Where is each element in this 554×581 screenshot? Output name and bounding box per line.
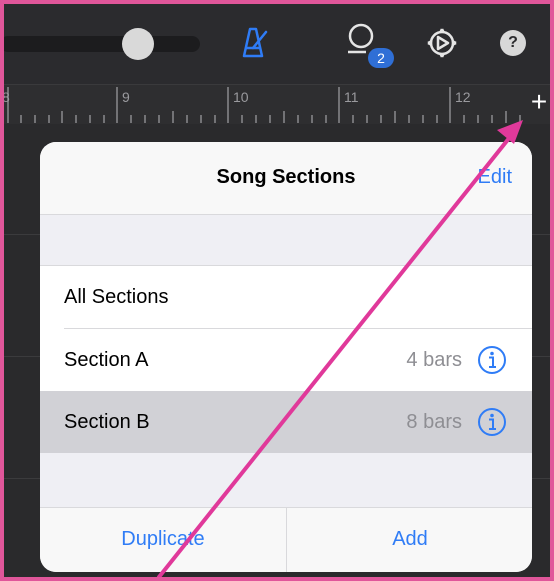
spacer (40, 215, 532, 265)
sections-list: All Sections Section A 4 bars Section B … (40, 265, 532, 454)
add-section-button[interactable]: + (527, 86, 550, 118)
add-button[interactable]: Add (286, 508, 532, 572)
section-name: Section B (64, 411, 150, 433)
bar-ruler[interactable]: 8 9 10 11 12 (4, 84, 550, 125)
all-sections-row[interactable]: All Sections (40, 266, 532, 328)
volume-slider-track[interactable] (4, 36, 200, 52)
popover-header: Song Sections Edit (40, 142, 532, 215)
settings-icon[interactable] (425, 26, 459, 65)
control-bar: 2 ? (4, 4, 550, 84)
song-sections-popover: Song Sections Edit All Sections Section … (40, 142, 532, 572)
ruler-number: 11 (344, 89, 359, 105)
spacer (40, 453, 532, 507)
section-length: 8 bars (406, 411, 462, 433)
popover-title: Song Sections (216, 166, 356, 188)
ruler-ticks (7, 87, 521, 123)
loop-count-badge: 2 (368, 48, 394, 68)
section-row-a[interactable]: Section A 4 bars (40, 329, 532, 391)
edit-button[interactable]: Edit (478, 166, 512, 189)
ruler-number: 9 (122, 89, 130, 105)
info-icon[interactable] (476, 406, 508, 443)
ruler-number: 12 (455, 89, 471, 105)
volume-slider-knob[interactable] (122, 28, 154, 60)
section-name: Section A (64, 349, 149, 371)
app-window: 2 ? 8 9 10 11 12 + Song Sections Edit Al… (0, 0, 554, 581)
ruler-number: 8 (2, 89, 10, 105)
duplicate-button[interactable]: Duplicate (40, 508, 286, 572)
help-icon[interactable]: ? (500, 30, 526, 56)
action-bar: Duplicate Add (40, 507, 532, 572)
info-icon[interactable] (476, 344, 508, 381)
ruler-number: 10 (233, 89, 249, 105)
metronome-icon[interactable] (234, 24, 270, 65)
row-label: All Sections (64, 286, 169, 308)
section-row-b[interactable]: Section B 8 bars (40, 391, 532, 453)
section-length: 4 bars (406, 349, 462, 371)
